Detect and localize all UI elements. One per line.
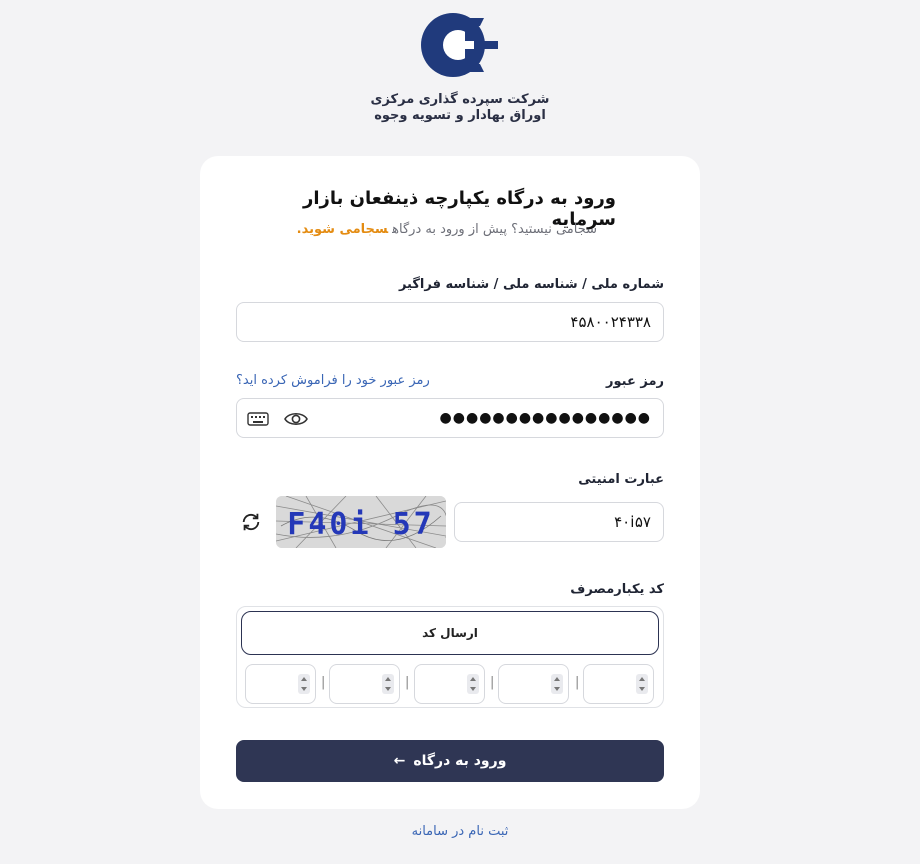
captcha-value: ۴۰i۵۷	[614, 513, 651, 531]
stepper-icon[interactable]	[298, 674, 310, 694]
org-logo-block: شرکت سپرده گذاری مرکزی اوراق بهادار و تس…	[0, 12, 920, 124]
otp-digit-input[interactable]	[329, 664, 400, 704]
otp-separator: |	[405, 675, 410, 690]
otp-separator: |	[575, 675, 580, 690]
password-label: رمز عبور	[606, 374, 664, 389]
org-name: شرکت سپرده گذاری مرکزی اوراق بهادار و تس…	[371, 92, 550, 124]
forgot-password-link[interactable]: رمز عبور خود را فراموش کرده اید؟	[236, 373, 430, 388]
otp-separator: |	[321, 675, 326, 690]
password-masked-value: ●●●●●●●●●●●●●●●●	[439, 410, 651, 426]
national-id-input[interactable]: ۴۵۸۰۰۲۴۳۳۸	[236, 302, 664, 342]
national-id-label: شماره ملی / شناسه ملی / شناسه فراگیر	[398, 277, 664, 292]
sejam-register-link[interactable]: سجامی شوید.	[297, 222, 388, 237]
captcha-image: F40i 57	[276, 496, 446, 548]
otp-digit-input[interactable]	[583, 664, 654, 704]
national-id-value: ۴۵۸۰۰۲۴۳۳۸	[570, 313, 651, 331]
otp-digit-row: | | | |	[245, 664, 657, 704]
otp-digit-input[interactable]	[245, 664, 316, 704]
org-name-line2: اوراق بهادار و تسویه وجوه	[374, 108, 546, 123]
login-card: ورود به درگاه یکپارچه ذینفعان بازار سرما…	[200, 156, 700, 809]
refresh-captcha-icon[interactable]	[240, 511, 262, 533]
org-name-line1: شرکت سپرده گذاری مرکزی	[370, 92, 550, 107]
stepper-icon[interactable]	[382, 674, 394, 694]
otp-label: کد یکبارمصرف	[570, 582, 664, 597]
login-submit-label: ورود به درگاه	[413, 753, 507, 769]
otp-separator: |	[490, 675, 495, 690]
login-subtitle: سجامی نیستید؟ پیش از ورود به درگاه سجامی …	[297, 222, 597, 237]
register-link[interactable]: ثبت نام در سامانه	[0, 824, 920, 839]
otp-digit-input[interactable]	[414, 664, 485, 704]
captcha-input[interactable]: ۴۰i۵۷	[454, 502, 664, 542]
otp-digit-input[interactable]	[498, 664, 569, 704]
subtitle-text: سجامی نیستید؟ پیش از ورود به درگاه	[392, 222, 597, 237]
captcha-label: عبارت امنیتی	[578, 472, 664, 487]
stepper-icon[interactable]	[551, 674, 563, 694]
otp-container: ارسال کد | | | |	[236, 606, 664, 708]
stepper-icon[interactable]	[467, 674, 479, 694]
stepper-icon[interactable]	[636, 674, 648, 694]
send-code-button[interactable]: ارسال کد	[241, 611, 659, 655]
org-logo-icon	[421, 13, 498, 77]
login-submit-button[interactable]: ورود به درگاه ←	[236, 740, 664, 782]
virtual-keyboard-icon[interactable]	[247, 411, 269, 427]
arrow-left-icon: ←	[393, 753, 406, 769]
captcha-image-text: F40i 57	[287, 507, 434, 542]
password-input[interactable]: ●●●●●●●●●●●●●●●●	[236, 398, 664, 438]
show-password-eye-icon[interactable]	[283, 409, 309, 429]
